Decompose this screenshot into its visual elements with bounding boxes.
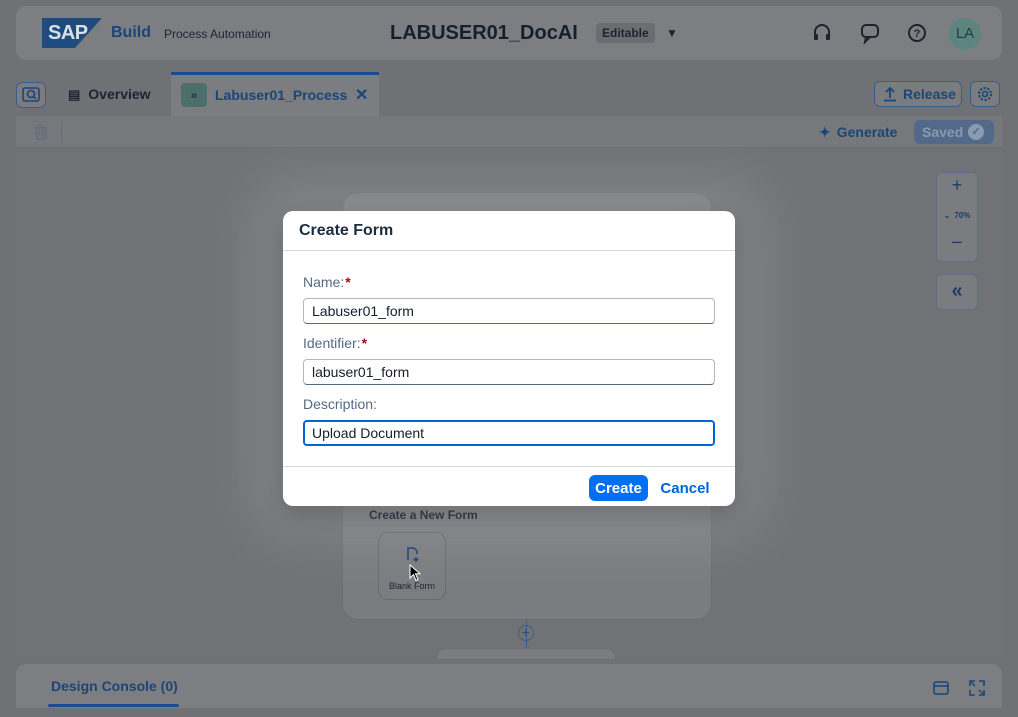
add-step-icon[interactable]: +: [518, 625, 534, 641]
description-field-label: Description:: [303, 396, 377, 412]
toolbar-separator: [61, 122, 62, 142]
zoom-control: + ⌄ 70% –: [936, 172, 978, 262]
settings-button[interactable]: [970, 81, 1000, 107]
saved-status-button: Saved ✓: [914, 120, 994, 144]
chevron-down-icon: ⌄: [943, 211, 951, 220]
generate-button[interactable]: ✦ Generate: [819, 124, 897, 141]
identifier-label-text: Identifier:: [303, 335, 361, 351]
user-avatar[interactable]: LA: [949, 18, 981, 50]
required-indicator: *: [345, 274, 351, 290]
help-icon[interactable]: ?: [906, 22, 928, 44]
release-label: Release: [903, 86, 956, 102]
sparkle-icon: ✦: [819, 124, 831, 140]
dialog-footer: Create Cancel: [283, 466, 735, 506]
create-new-form-label: Create a New Form: [369, 508, 478, 522]
editor-toolbar: ✦ Generate Saved ✓: [16, 116, 1002, 148]
cancel-button[interactable]: Cancel: [657, 475, 713, 501]
dialog-body: Name:* Identifier:* Description:: [283, 251, 735, 466]
project-title: LABUSER01_DocAI: [390, 22, 578, 44]
name-label-text: Name:: [303, 274, 345, 290]
required-indicator: *: [361, 335, 368, 351]
delete-icon[interactable]: [34, 124, 48, 140]
name-field[interactable]: [303, 298, 715, 324]
overview-icon: ▤: [68, 87, 81, 102]
design-console: Design Console (0): [16, 664, 1002, 708]
tab-process-label: Labuser01_Process: [215, 87, 348, 103]
release-button[interactable]: Release: [874, 81, 962, 107]
check-circle-icon: ✓: [968, 124, 984, 140]
active-tab-indicator: [48, 704, 179, 707]
saved-label: Saved: [922, 124, 964, 140]
panel-layout-icon[interactable]: [933, 681, 949, 695]
shell-bar: SAP Build Process Automation LABUSER01_D…: [16, 6, 1002, 60]
zoom-in-icon[interactable]: +: [937, 175, 977, 196]
new-document-icon: [407, 547, 419, 562]
double-chevron-left-icon: «: [951, 280, 963, 302]
zoom-level-dropdown[interactable]: ⌄ 70%: [937, 211, 977, 220]
identifier-field[interactable]: [303, 359, 715, 385]
blank-form-label: Blank Form: [388, 581, 435, 591]
build-label[interactable]: Build: [111, 24, 151, 42]
zoom-out-icon[interactable]: –: [937, 231, 977, 252]
generate-label: Generate: [836, 124, 898, 140]
tab-overview[interactable]: ▤ Overview: [68, 72, 151, 116]
product-name: Process Automation: [164, 27, 271, 41]
zoom-level-value: 70%: [954, 211, 971, 220]
name-field-label: Name:*: [303, 274, 351, 290]
tab-process[interactable]: » Labuser01_Process ✕: [171, 72, 379, 116]
upload-icon: [884, 86, 896, 102]
process-chevron-icon: »: [181, 82, 207, 107]
search-icon: [22, 87, 40, 102]
svg-text:?: ?: [914, 28, 921, 40]
create-form-dialog: Create Form Name:* Identifier:* Descript…: [283, 211, 735, 506]
identifier-field-label: Identifier:*: [303, 335, 367, 351]
next-node-stub: [436, 648, 616, 660]
description-field[interactable]: [303, 420, 715, 446]
search-artifacts-button[interactable]: [16, 82, 46, 108]
tab-overview-label: Overview: [88, 86, 151, 102]
status-badge: Editable: [596, 23, 655, 43]
support-headset-icon[interactable]: [811, 22, 833, 44]
dialog-title: Create Form: [299, 222, 394, 239]
sap-logo: SAP: [42, 18, 102, 48]
collapse-panel-button[interactable]: «: [936, 274, 978, 310]
close-tab-icon[interactable]: ✕: [355, 75, 368, 116]
mouse-cursor-icon: [409, 564, 421, 582]
gear-icon: [977, 86, 993, 102]
feedback-icon[interactable]: [859, 22, 881, 44]
create-button[interactable]: Create: [589, 475, 648, 501]
tab-design-console[interactable]: Design Console (0): [51, 678, 178, 694]
dialog-header: Create Form: [283, 211, 735, 251]
editor-tab-bar: ▤ Overview » Labuser01_Process ✕ Release: [16, 72, 1002, 116]
project-menu-caret-icon[interactable]: ▼: [666, 26, 678, 40]
fullscreen-icon[interactable]: [969, 680, 985, 696]
